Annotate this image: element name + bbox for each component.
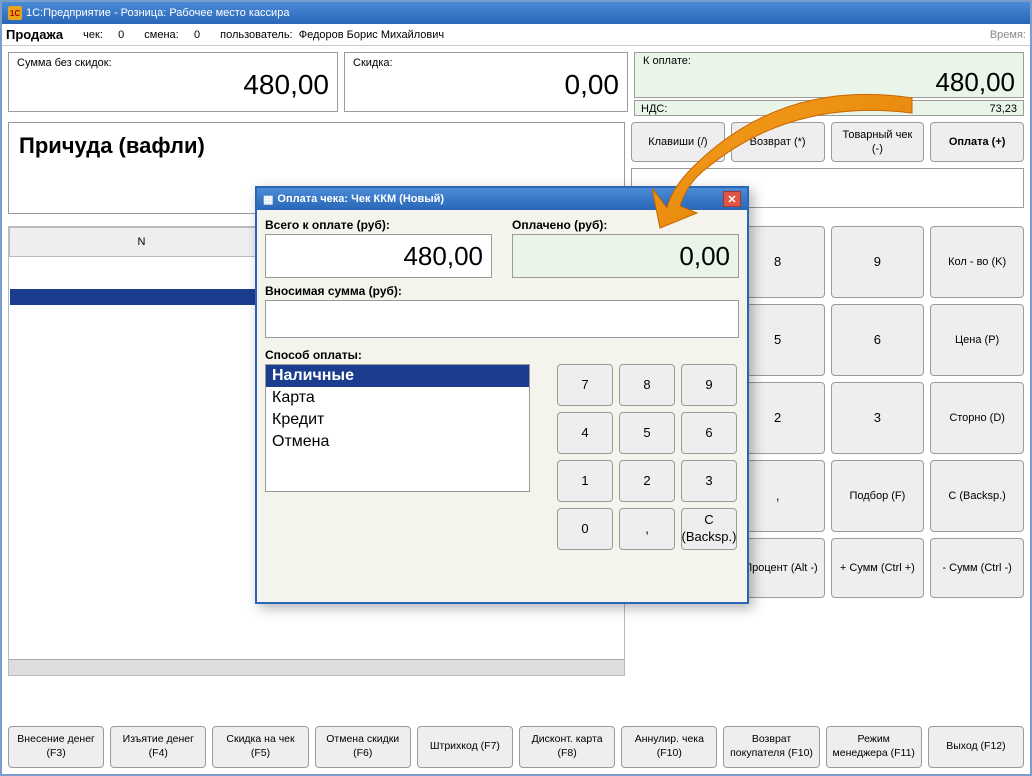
fn-Отмена-скидки-F6-[interactable]: Отмена скидки (F6) (315, 726, 411, 768)
keys-button[interactable]: Клавиши (/) (631, 122, 725, 162)
mkey-2[interactable]: 2 (619, 460, 675, 502)
pay-button[interactable]: Оплата (+) (930, 122, 1024, 162)
method-cancel[interactable]: Отмена (266, 431, 529, 453)
calculator-icon: ▦ (263, 193, 273, 206)
discount-box: Скидка: 0,00 (344, 52, 628, 112)
mkey-6[interactable]: 6 (681, 412, 737, 454)
to-pay-box: К оплате: 480,00 (634, 52, 1024, 98)
dialog-title-bar[interactable]: ▦ Оплата чека: Чек ККМ (Новый) ✕ (257, 188, 747, 210)
mkey-1[interactable]: 1 (557, 460, 613, 502)
mkey-0[interactable]: 0 (557, 508, 613, 550)
payment-dialog: ▦ Оплата чека: Чек ККМ (Новый) ✕ Всего к… (255, 186, 749, 604)
horizontal-scrollbar[interactable] (9, 659, 624, 675)
close-icon[interactable]: ✕ (723, 191, 741, 207)
keypad-3[interactable]: 3 (831, 382, 925, 454)
app-icon: 1C (8, 6, 22, 20)
mkey-7[interactable]: 7 (557, 364, 613, 406)
window-title: 1С:Предприятие - Розница: Рабочее место … (26, 7, 289, 19)
info-bar: Продажа чек: 0 смена: 0 пользователь: Фе… (2, 24, 1030, 46)
keypad--K-[interactable]: Кол - во (K) (930, 226, 1024, 298)
keypad--Ctrl-[interactable]: + Сумм (Ctrl +) (831, 538, 925, 598)
sum-no-discount-box: Сумма без скидок: 480,00 (8, 52, 338, 112)
mkey-3[interactable]: 3 (681, 460, 737, 502)
function-bar: Внесение денег (F3)Изъятие денег (F4)Ски… (8, 726, 1024, 768)
mkey-9[interactable]: 9 (681, 364, 737, 406)
fn-Выход-F12-[interactable]: Выход (F12) (928, 726, 1024, 768)
modal-keypad: 789 456 123 0,C (Backsp.) (557, 364, 737, 550)
window-title-bar: 1C 1С:Предприятие - Розница: Рабочее мес… (2, 2, 1030, 24)
return-button[interactable]: Возврат (*) (731, 122, 825, 162)
method-card[interactable]: Карта (266, 387, 529, 409)
keypad--D-[interactable]: Сторно (D) (930, 382, 1024, 454)
fn-Штрихкод-F7-[interactable]: Штрихкод (F7) (417, 726, 513, 768)
receipt-button[interactable]: Товарный чек (-) (831, 122, 925, 162)
mode-label: Продажа (6, 27, 63, 42)
mkey-4[interactable]: 4 (557, 412, 613, 454)
keypad-9[interactable]: 9 (831, 226, 925, 298)
keypad--P-[interactable]: Цена (P) (930, 304, 1024, 376)
paid-input[interactable] (512, 234, 739, 278)
time-label: Время: (990, 29, 1026, 41)
fn-Дисконт-карта-F8-[interactable]: Дисконт. карта (F8) (519, 726, 615, 768)
fn-Скидка-на-чек-F5-[interactable]: Скидка на чек (F5) (212, 726, 308, 768)
fn-Аннулир-чека-F10-[interactable]: Аннулир. чека (F10) (621, 726, 717, 768)
method-credit[interactable]: Кредит (266, 409, 529, 431)
top-action-buttons: Клавиши (/) Возврат (*) Товарный чек (-)… (631, 122, 1024, 162)
payment-method-list[interactable]: Наличные Карта Кредит Отмена (265, 364, 530, 492)
mkey-8[interactable]: 8 (619, 364, 675, 406)
mkey-5[interactable]: 5 (619, 412, 675, 454)
fn-Изъятие-денег-F4-[interactable]: Изъятие денег (F4) (110, 726, 206, 768)
mkey--[interactable]: , (619, 508, 675, 550)
keypad--Ctrl-[interactable]: - Сумм (Ctrl -) (930, 538, 1024, 598)
fn-Возврат-покупателя-F10-[interactable]: Возврат покупателя (F10) (723, 726, 819, 768)
keypad-C-Backsp-[interactable]: C (Backsp.) (930, 460, 1024, 532)
keypad-6[interactable]: 6 (831, 304, 925, 376)
total-input[interactable] (265, 234, 492, 278)
entry-input[interactable] (265, 300, 739, 338)
fn-Режим-менеджера-F11-[interactable]: Режим менеджера (F11) (826, 726, 922, 768)
nds-row: НДС: 73,23 (634, 100, 1024, 116)
keypad--F-[interactable]: Подбор (F) (831, 460, 925, 532)
method-cash[interactable]: Наличные (266, 365, 529, 387)
mkey-C-Backsp-[interactable]: C (Backsp.) (681, 508, 737, 550)
fn-Внесение-денег-F3-[interactable]: Внесение денег (F3) (8, 726, 104, 768)
